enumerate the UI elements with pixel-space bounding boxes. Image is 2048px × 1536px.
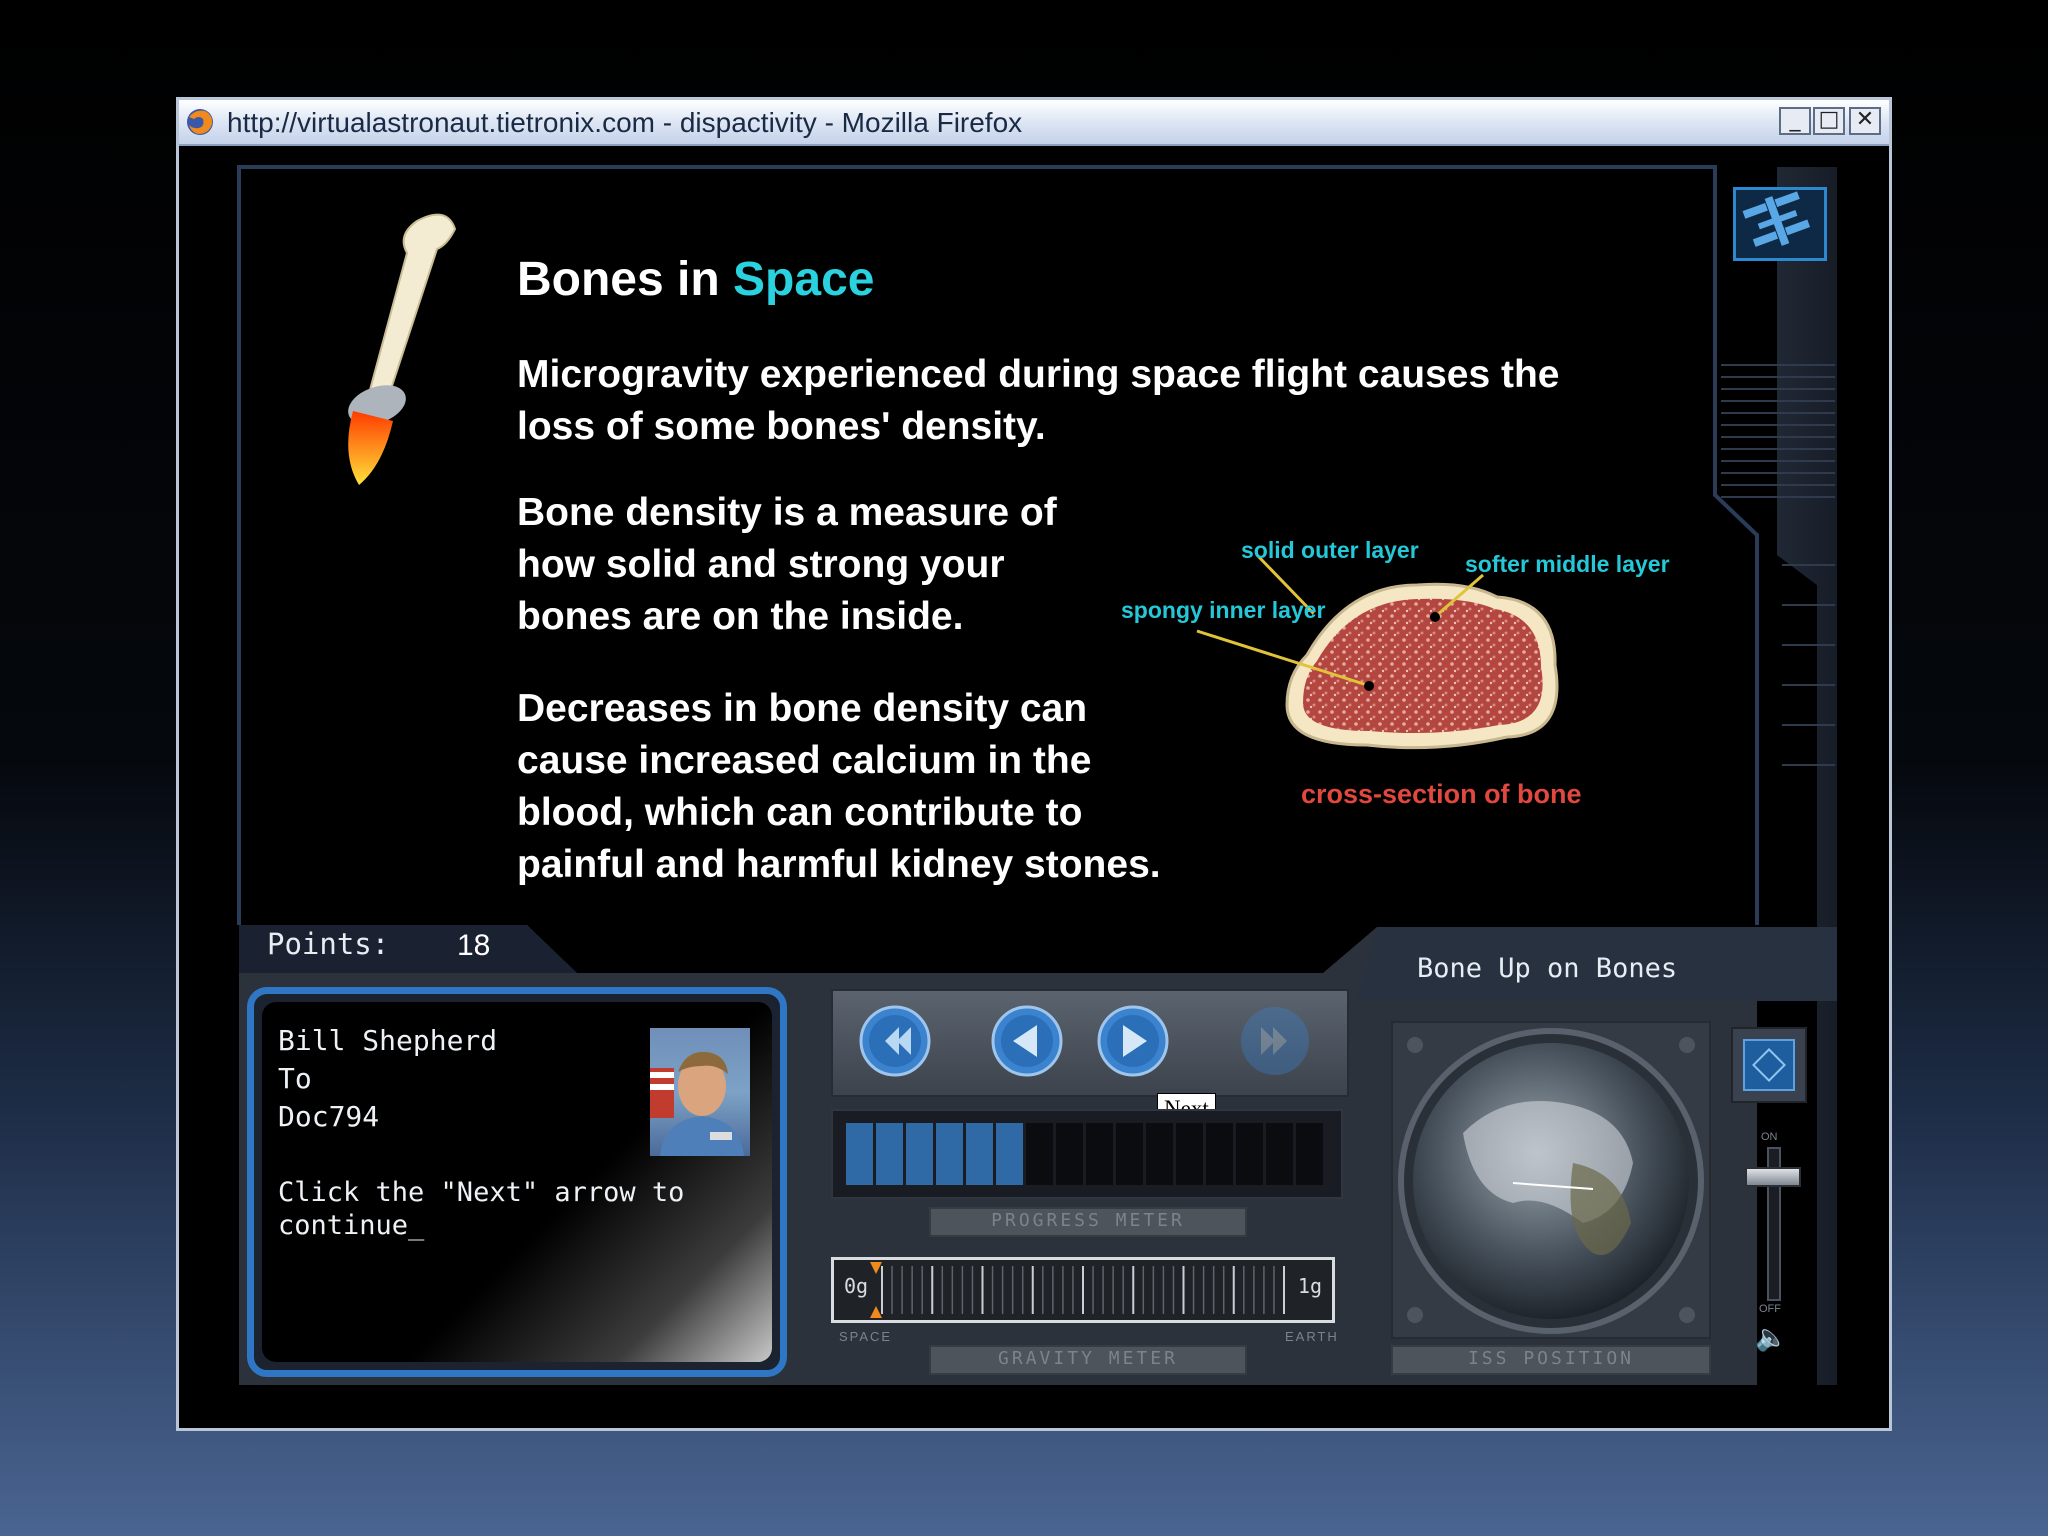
label-solid-outer-layer: solid outer layer bbox=[1241, 537, 1419, 563]
progress-meter-label: PROGRESS METER bbox=[929, 1207, 1247, 1237]
sender-name: Bill Shepherd bbox=[278, 1024, 498, 1057]
para3-line3: blood, which can contribute to bbox=[517, 791, 1083, 834]
progress-segment-empty bbox=[1236, 1123, 1263, 1185]
para2-line3: bones are on the inside. bbox=[517, 595, 964, 638]
to-label: To bbox=[278, 1062, 312, 1095]
volume-slider-handle[interactable] bbox=[1745, 1166, 1801, 1187]
browser-window: http://virtualastronaut.tietronix.com - … bbox=[176, 97, 1892, 1431]
progress-segment-empty bbox=[1296, 1123, 1323, 1185]
progress-segment-empty bbox=[1266, 1123, 1293, 1185]
iss-position-panel bbox=[1391, 1021, 1711, 1339]
points-value: 18 bbox=[457, 929, 491, 962]
points-label: Points: bbox=[267, 927, 390, 961]
progress-segment-empty bbox=[1086, 1123, 1113, 1185]
para2-line1: Bone density is a measure of bbox=[517, 491, 1057, 534]
label-spongy-inner-layer: spongy inner layer bbox=[1121, 597, 1326, 623]
message-screen: Bill Shepherd To Doc794 Click the "Next"… bbox=[262, 1002, 772, 1362]
progress-segment-filled bbox=[876, 1123, 903, 1185]
label-softer-middle-layer: softer middle layer bbox=[1465, 551, 1670, 577]
para2-line2: how solid and strong your bbox=[517, 543, 1005, 586]
message-line2: continue_ bbox=[278, 1210, 425, 1241]
astronaut-portrait bbox=[650, 1051, 744, 1156]
gravity-max-label: 1g bbox=[1297, 1274, 1322, 1298]
previous-button[interactable] bbox=[991, 1005, 1063, 1077]
title-part1: Bones in bbox=[517, 253, 734, 306]
para3-line1: Decreases in bone density can bbox=[517, 687, 1088, 730]
activity-name: Bone Up on Bones bbox=[1417, 953, 1678, 984]
progress-segment-filled bbox=[906, 1123, 933, 1185]
gravity-earth-caption: EARTH bbox=[1285, 1329, 1339, 1344]
firefox-icon bbox=[187, 109, 213, 135]
message-text: Click the "Next" arrow to continue_ bbox=[278, 1176, 684, 1242]
title-bar[interactable]: http://virtualastronaut.tietronix.com - … bbox=[179, 100, 1889, 146]
minimize-button[interactable]: _ bbox=[1779, 107, 1811, 135]
progress-segment-empty bbox=[1146, 1123, 1173, 1185]
progress-segment-empty bbox=[1116, 1123, 1143, 1185]
progress-segment-empty bbox=[1026, 1123, 1053, 1185]
progress-segment-filled bbox=[846, 1123, 873, 1185]
next-button[interactable] bbox=[1097, 1005, 1169, 1077]
progress-segment-empty bbox=[1206, 1123, 1233, 1185]
last-page-button[interactable] bbox=[1239, 1005, 1311, 1077]
progress-segment-filled bbox=[996, 1123, 1023, 1185]
iss-icon[interactable] bbox=[1733, 187, 1827, 261]
para3-line2: cause increased calcium in the bbox=[517, 739, 1092, 782]
gravity-meter-label: GRAVITY METER bbox=[929, 1345, 1247, 1375]
window-title: http://virtualastronaut.tietronix.com - … bbox=[227, 107, 1023, 138]
message-line1: Click the "Next" arrow to bbox=[278, 1177, 685, 1208]
progress-segment-filled bbox=[936, 1123, 963, 1185]
close-button[interactable]: ✕ bbox=[1849, 107, 1881, 135]
gravity-scale bbox=[870, 1262, 1285, 1318]
gravity-space-caption: SPACE bbox=[839, 1329, 893, 1344]
iss-position-label: ISS POSITION bbox=[1391, 1345, 1711, 1375]
gravity-meter: 0g 1g bbox=[831, 1257, 1335, 1323]
menu-button[interactable] bbox=[1731, 1027, 1807, 1103]
diagram-caption: cross-section of bone bbox=[1301, 779, 1582, 809]
gravity-indicator-bottom bbox=[870, 1306, 882, 1318]
progress-meter bbox=[846, 1123, 1323, 1185]
bone-rocket-icon bbox=[348, 213, 457, 485]
app-area: Bones in Space Microgravity experienced … bbox=[237, 165, 1837, 1385]
gravity-min-label: 0g bbox=[844, 1274, 869, 1298]
space-station-icon bbox=[1742, 191, 1811, 247]
volume-off-label: OFF bbox=[1759, 1303, 1781, 1315]
para1-line1: Microgravity experienced during space fl… bbox=[517, 353, 1560, 396]
progress-meter-housing bbox=[831, 1109, 1343, 1199]
lesson-title: Bones in Space bbox=[517, 252, 874, 307]
avatar bbox=[650, 1028, 750, 1156]
paragraph-3: Decreases in bone density can cause incr… bbox=[517, 683, 1161, 891]
paragraph-1: Microgravity experienced during space fl… bbox=[517, 349, 1560, 453]
recipient-name: Doc794 bbox=[278, 1100, 380, 1133]
progress-segment-filled bbox=[966, 1123, 993, 1185]
para3-line4: painful and harmful kidney stones. bbox=[517, 843, 1161, 886]
message-panel: Bill Shepherd To Doc794 Click the "Next"… bbox=[247, 987, 787, 1377]
earth-globe bbox=[1398, 1028, 1704, 1334]
message-header: Bill Shepherd To Doc794 bbox=[278, 1022, 497, 1136]
paragraph-2: Bone density is a measure of how solid a… bbox=[517, 487, 1057, 643]
maximize-button[interactable]: □ bbox=[1813, 107, 1845, 135]
gravity-indicator bbox=[870, 1262, 882, 1274]
speaker-icon[interactable]: 🔈 bbox=[1755, 1323, 1787, 1353]
para1-line2: loss of some bones' density. bbox=[517, 405, 1046, 448]
first-page-button[interactable] bbox=[859, 1005, 931, 1077]
title-part2: Space bbox=[733, 253, 875, 306]
diamond-icon bbox=[1743, 1039, 1795, 1091]
progress-segment-empty bbox=[1056, 1123, 1083, 1185]
progress-segment-empty bbox=[1176, 1123, 1203, 1185]
volume-on-label: ON bbox=[1761, 1131, 1778, 1143]
